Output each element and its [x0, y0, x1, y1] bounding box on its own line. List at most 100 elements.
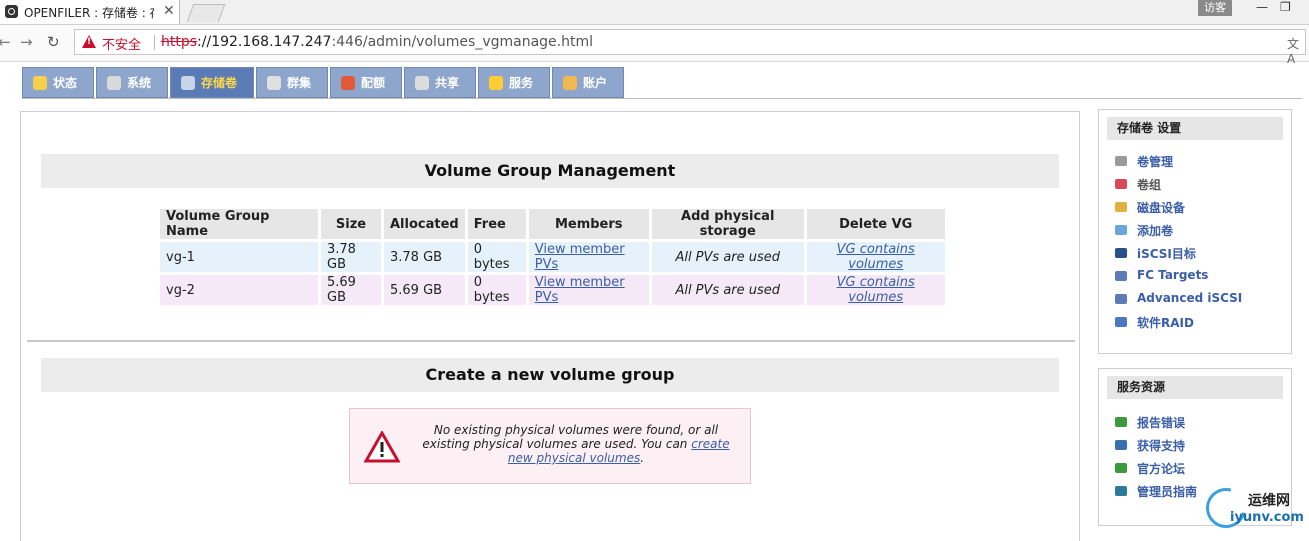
bug-icon: [1115, 417, 1127, 427]
restore-icon[interactable]: ❐: [1280, 0, 1291, 14]
reload-icon[interactable]: ↻: [47, 33, 60, 51]
browser-tab[interactable]: OPENFILER : 存储卷 : 存 ✕: [0, 0, 180, 24]
nav-tab-label: 共享: [435, 76, 460, 90]
volume-settings-title: 存储卷 设置: [1107, 117, 1283, 140]
volume-group-icon: [1115, 179, 1127, 189]
vg-free: 0 bytes: [467, 275, 526, 305]
col-allocated: Allocated: [384, 209, 465, 239]
shares-icon: [415, 76, 429, 90]
view-member-pvs-link[interactable]: View member PVs: [535, 275, 625, 305]
nav-tab-6[interactable]: 服务: [478, 67, 550, 98]
nav-tab-7[interactable]: 账户: [552, 67, 624, 98]
create-link[interactable]: create: [691, 437, 729, 451]
vg-delete-cell: VG contains volumes: [806, 275, 945, 305]
volume-settings-panel: 存储卷 设置 卷管理 卷组 磁盘设备 添加卷 iSCSI目标 FC Targets Adva…: [1098, 109, 1292, 354]
vg-allocated: 3.78 GB: [384, 242, 465, 272]
sidebar-item-label: Advanced iSCSI: [1137, 291, 1243, 305]
main-panel: Volume Group Management Volume Group Nam…: [20, 111, 1080, 541]
nav-tab-label: 状态: [53, 76, 78, 90]
no-pv-notice: No existing physical volumes were found,…: [349, 408, 751, 484]
nav-tab-5[interactable]: 共享: [404, 67, 476, 98]
nav-tab-0[interactable]: 状态: [22, 67, 94, 98]
nav-tab-label: 系统: [127, 76, 152, 90]
insecure-label: 不安全: [102, 38, 142, 53]
address-bar: ← → ↻ 不安全 https://192.168.147.247:446/ad…: [0, 25, 1309, 66]
create-vg-title: Create a new volume group: [41, 358, 1059, 392]
nav-tab-4[interactable]: 配额: [330, 67, 402, 98]
support-icon: [1115, 440, 1127, 450]
status-icon: [33, 76, 47, 90]
sidebar-item-label: 添加卷: [1137, 224, 1174, 238]
forward-icon[interactable]: →: [20, 33, 33, 51]
iscsi-icon: [1115, 248, 1127, 258]
table-header-row: Volume Group Name Size Allocated Free Me…: [160, 209, 945, 239]
nav-tab-label: 配额: [361, 76, 386, 90]
view-member-pvs-link[interactable]: View member PVs: [535, 242, 625, 272]
nav-tab-label: 群集: [287, 76, 312, 90]
vg-size: 5.69 GB: [321, 275, 381, 305]
new-tab-button[interactable]: [186, 4, 226, 22]
guide-icon: [1115, 486, 1127, 496]
vg-contains-volumes-link[interactable]: VG contains volumes: [837, 275, 915, 305]
col-size: Size: [321, 209, 381, 239]
watermark-text-cn: 运维网: [1248, 493, 1290, 509]
browser-tab-title: OPENFILER : 存储卷 : 存: [24, 6, 154, 20]
volumes-icon: [181, 76, 195, 90]
nav-tab-label: 存储卷: [201, 76, 238, 90]
sidebar-item-label: 磁盘设备: [1137, 201, 1186, 215]
accounts-icon: [563, 76, 577, 90]
url-input[interactable]: 不安全 https://192.168.147.247:446/admin/vo…: [74, 29, 1306, 66]
quota-icon: [341, 76, 355, 90]
sidebar-item-label: iSCSI目标: [1137, 247, 1196, 261]
fc-icon: [1115, 271, 1127, 281]
nav-tab-3[interactable]: 群集: [256, 67, 328, 98]
sidebar-item-label: 卷管理: [1137, 155, 1174, 169]
col-vg-name: Volume Group Name: [160, 209, 318, 239]
sidebar-item-label: 软件RAID: [1137, 316, 1194, 330]
vg-members-cell: View member PVs: [528, 242, 649, 272]
nav-tab-1[interactable]: 系统: [96, 67, 168, 98]
col-add-storage: Add physical storage: [651, 209, 804, 239]
sidebar-item-label: 报告错误: [1137, 416, 1186, 430]
vg-name: vg-1: [160, 242, 318, 272]
close-tab-icon[interactable]: ✕: [163, 3, 175, 19]
notice-message: No existing physical volumes were found,…: [422, 423, 730, 465]
guest-profile-badge[interactable]: 访客: [1198, 0, 1232, 16]
raid-icon: [1115, 317, 1127, 327]
minimize-icon[interactable]: —: [1256, 0, 1268, 14]
vg-members-cell: View member PVs: [528, 275, 649, 305]
warning-icon: [82, 35, 96, 48]
new-physical-volumes-link[interactable]: new physical volumes: [508, 451, 640, 465]
browser-tab-bar: OPENFILER : 存储卷 : 存 ✕ 访客 — ❐: [0, 0, 1309, 25]
sidebar-item-label: 管理员指南: [1137, 485, 1198, 499]
col-delete-vg: Delete VG: [806, 209, 945, 239]
vg-free: 0 bytes: [467, 242, 526, 272]
vg-add-storage: All PVs are used: [651, 242, 804, 272]
nav-tab-label: 账户: [583, 76, 608, 90]
watermark-logo: 运维网 iyunv.com: [1198, 480, 1309, 536]
col-free: Free: [467, 209, 526, 239]
vg-allocated: 5.69 GB: [384, 275, 465, 305]
table-row: vg-1 3.78 GB 3.78 GB 0 bytes View member…: [160, 242, 945, 272]
system-icon: [107, 76, 121, 90]
back-icon[interactable]: ←: [0, 33, 11, 51]
resources-title: 服务资源: [1107, 376, 1283, 399]
section-divider: [27, 340, 1075, 342]
translate-icon[interactable]: 文A: [1287, 35, 1305, 66]
vg-size: 3.78 GB: [321, 242, 381, 272]
watermark-ring-icon: [1198, 480, 1254, 536]
vg-contains-volumes-link[interactable]: VG contains volumes: [837, 242, 915, 272]
watermark-text-url: iyunv.com: [1230, 510, 1304, 525]
sidebar-item-label: 获得支持: [1137, 439, 1186, 453]
volume-group-table: Volume Group Name Size Allocated Free Me…: [157, 206, 948, 308]
nav-tab-label: 服务: [509, 76, 534, 90]
warning-triangle-icon: [364, 431, 400, 463]
vg-add-storage: All PVs are used: [651, 275, 804, 305]
vg-name: vg-2: [160, 275, 318, 305]
forum-icon: [1115, 463, 1127, 473]
url-separator: [154, 35, 155, 50]
services-icon: [489, 76, 503, 90]
volume-manage-icon: [1115, 156, 1127, 166]
sidebar-item-label: 官方论坛: [1137, 462, 1186, 476]
nav-tab-2[interactable]: 存储卷: [170, 67, 254, 98]
